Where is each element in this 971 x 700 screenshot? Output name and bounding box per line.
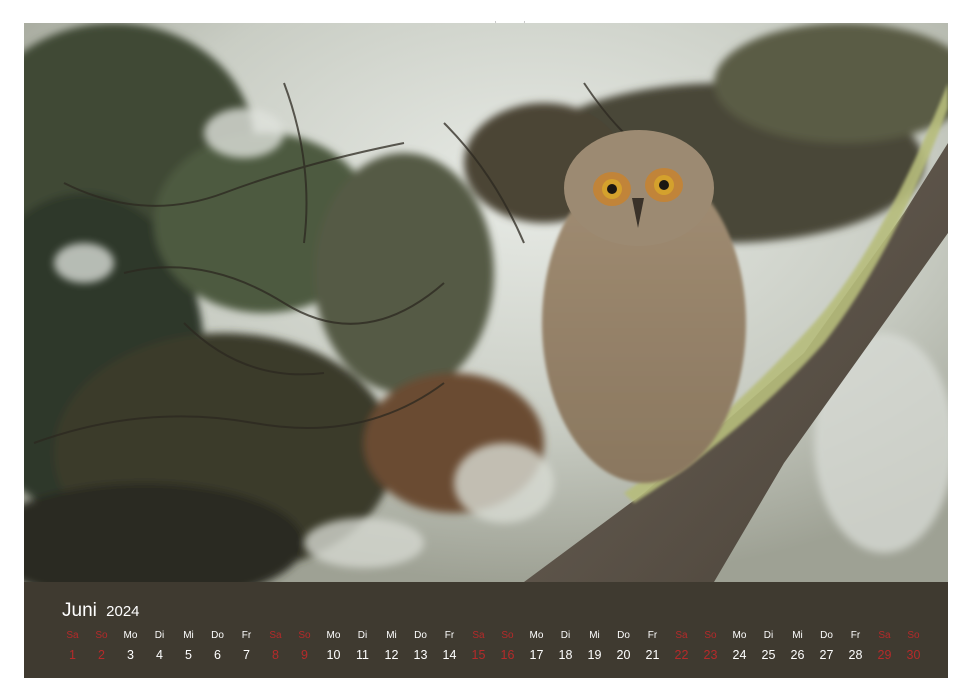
weekday-label: Do xyxy=(414,630,427,641)
day-number: 8 xyxy=(272,648,279,662)
day-number: 3 xyxy=(127,648,134,662)
day-number: 4 xyxy=(156,648,163,662)
day-number: 22 xyxy=(674,648,689,662)
day-number: 12 xyxy=(384,648,399,662)
weekday-label: Fr xyxy=(241,630,252,641)
weekday-label: Di xyxy=(763,630,774,641)
day-number: 25 xyxy=(761,648,776,662)
weekday-label: Do xyxy=(820,630,833,641)
weekday-label: Sa xyxy=(675,630,688,641)
weekday-label: So xyxy=(704,630,717,641)
weekday-label: Mi xyxy=(792,630,803,641)
day-number: 28 xyxy=(848,648,863,662)
day-number: 17 xyxy=(529,648,544,662)
month-name: Juni xyxy=(62,600,97,621)
day-number: 7 xyxy=(243,648,250,662)
weekday-label: Mo xyxy=(732,630,747,641)
weekday-label: So xyxy=(298,630,311,641)
day-number: 15 xyxy=(471,648,486,662)
day-number: 1 xyxy=(69,648,76,662)
day-number: 11 xyxy=(356,648,369,662)
day-number: 5 xyxy=(185,648,192,662)
day-grid: Sa 1 So 2 Mo 3 Di 4 Mi 5 Do 6 Fr 7 Sa 8 So 9 Mo 10 Di 11 Mi 12 D… xyxy=(58,630,928,670)
calendar-photo xyxy=(24,23,948,582)
weekday-label: So xyxy=(501,630,514,641)
weekday-label: Fr xyxy=(850,630,861,641)
calendar-strip: Juni 2024 Sa 1 So 2 Mo 3 Di 4 Mi 5 Do 6 Fr 7 Sa 8 So 9 Mo 1… xyxy=(24,582,948,678)
day-number: 20 xyxy=(616,648,631,662)
weekday-label: Fr xyxy=(444,630,455,641)
weekday-label: Mi xyxy=(386,630,397,641)
day-number: 26 xyxy=(790,648,805,662)
day-number: 19 xyxy=(587,648,602,662)
owl-photo-illustration xyxy=(24,23,948,582)
weekday-label: Mi xyxy=(183,630,194,641)
weekday-label: Mi xyxy=(589,630,600,641)
weekday-label: Sa xyxy=(878,630,891,641)
weekday-label: Di xyxy=(154,630,165,641)
weekday-label: Di xyxy=(357,630,368,641)
weekday-label: Sa xyxy=(472,630,485,641)
weekday-label: Di xyxy=(560,630,571,641)
weekday-label: So xyxy=(907,630,920,641)
day-number: 29 xyxy=(877,648,892,662)
month-title: Juni 2024 xyxy=(62,600,140,622)
day-number: 18 xyxy=(558,648,573,662)
day-number: 16 xyxy=(500,648,515,662)
day-number: 6 xyxy=(214,648,221,662)
day-number: 27 xyxy=(819,648,834,662)
weekday-label: Do xyxy=(211,630,224,641)
year-label: 2024 xyxy=(106,603,140,620)
day-number: 13 xyxy=(413,648,428,662)
day-number: 30 xyxy=(906,648,921,662)
day-number: 9 xyxy=(301,648,308,662)
weekday-label: Mo xyxy=(123,630,138,641)
day-number: 21 xyxy=(645,648,660,662)
day-number: 10 xyxy=(326,648,341,662)
weekday-label: Fr xyxy=(647,630,658,641)
weekday-label: Mo xyxy=(326,630,341,641)
weekday-label: So xyxy=(95,630,108,641)
weekday-label: Do xyxy=(617,630,630,641)
day-number: 2 xyxy=(98,648,105,662)
weekday-label: Sa xyxy=(269,630,282,641)
day-number: 23 xyxy=(703,648,718,662)
weekday-label: Mo xyxy=(529,630,544,641)
day-number: 14 xyxy=(442,648,457,662)
weekday-label: Sa xyxy=(66,630,79,641)
day-number: 24 xyxy=(732,648,747,662)
